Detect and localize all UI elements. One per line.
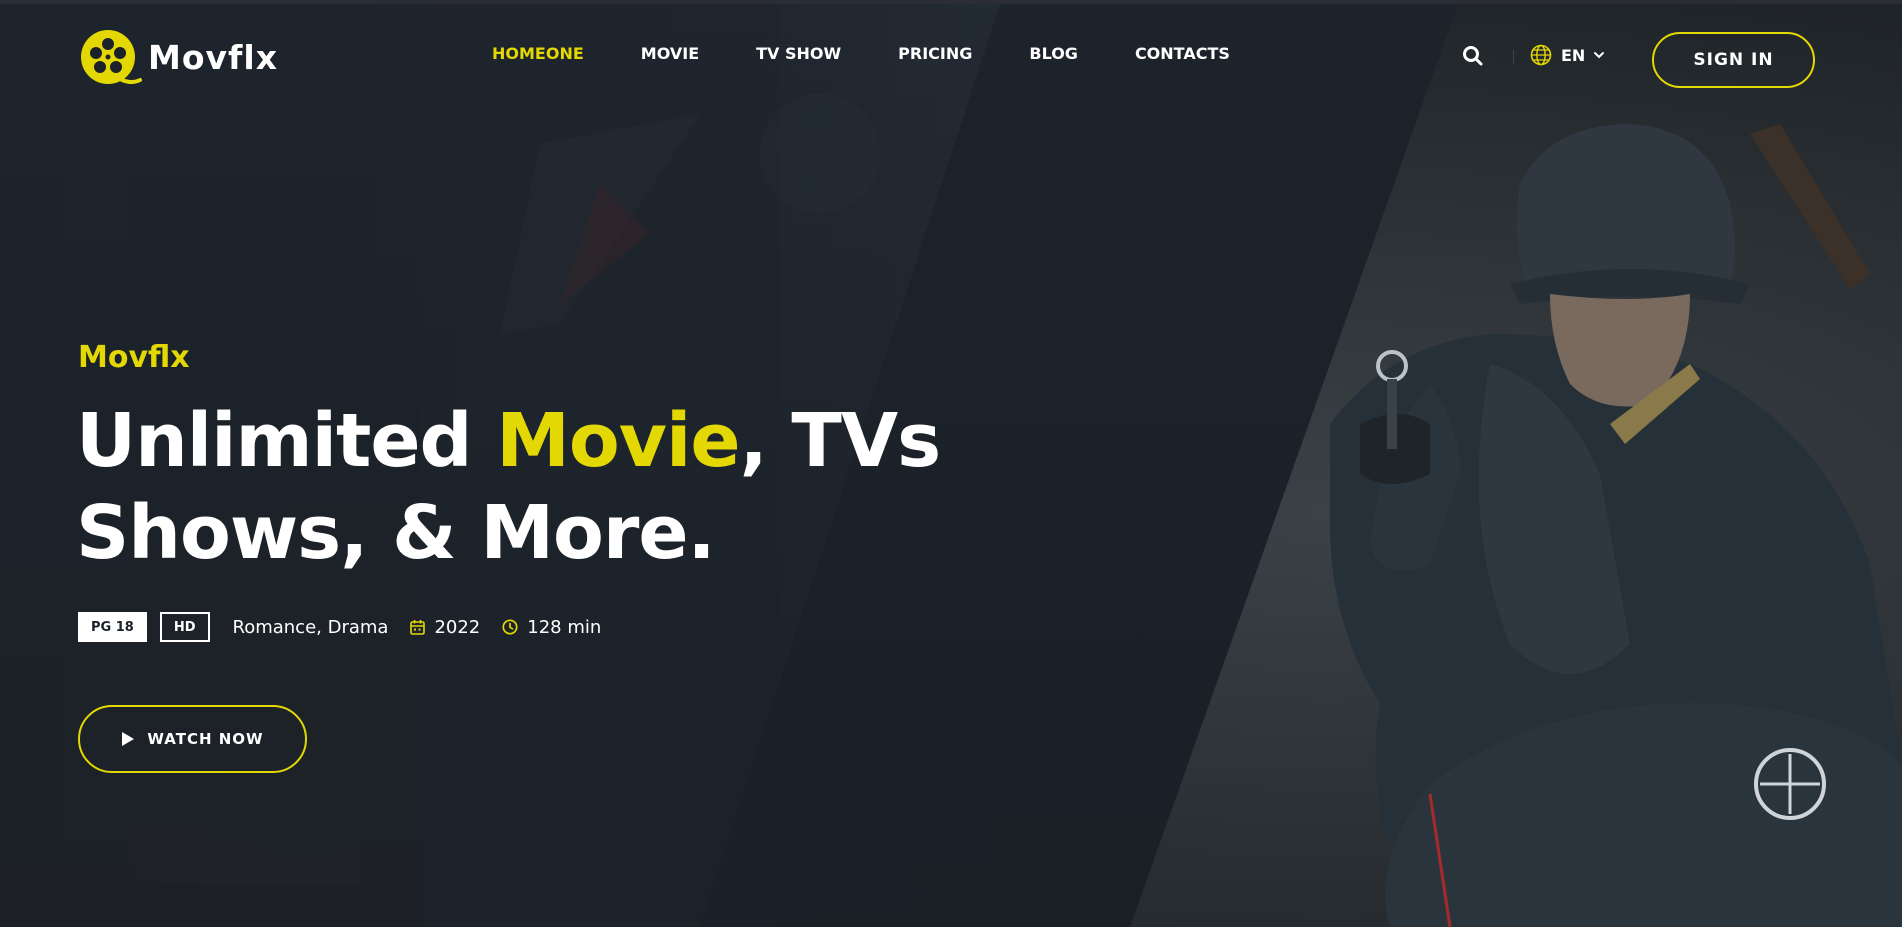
movie-meta: PG 18 HD Romance, Drama 2022 128 min bbox=[78, 612, 601, 642]
rating-badge: PG 18 bbox=[78, 612, 147, 642]
hero-title-part1: Unlimited bbox=[76, 398, 497, 484]
chevron-down-icon bbox=[1594, 52, 1605, 59]
duration: 128 min bbox=[502, 617, 601, 638]
sign-in-button[interactable]: SIGN IN bbox=[1652, 32, 1815, 88]
hero-title-line2: Shows, & More. bbox=[76, 490, 716, 576]
release-year: 2022 bbox=[410, 617, 480, 638]
nav-item-movie[interactable]: MOVIE bbox=[641, 44, 699, 63]
watch-now-label: WATCH NOW bbox=[147, 730, 264, 748]
duration-text: 128 min bbox=[527, 616, 602, 638]
nav-item-contacts[interactable]: CONTACTS bbox=[1135, 44, 1230, 63]
calendar-icon bbox=[410, 620, 426, 635]
nav-item-homeone[interactable]: HOMEONE bbox=[492, 44, 584, 63]
genre-text: Romance, Drama bbox=[232, 616, 389, 638]
hero-title: Unlimited Movie, TVs Shows, & More. bbox=[76, 395, 942, 579]
hero-title-part2: , TVs bbox=[739, 398, 942, 484]
clock-icon bbox=[502, 619, 518, 635]
hero-subtitle: Movflx bbox=[78, 340, 190, 375]
header-divider bbox=[1513, 50, 1514, 64]
nav-item-pricing[interactable]: PRICING bbox=[898, 44, 972, 63]
main-nav: HOMEONE MOVIE TV SHOW PRICING BLOG CONTA… bbox=[492, 44, 1287, 63]
hero-title-highlight: Movie bbox=[496, 398, 740, 484]
brand-name: Movflx bbox=[148, 37, 278, 77]
year-text: 2022 bbox=[434, 616, 481, 638]
language-selector[interactable]: EN bbox=[1530, 44, 1605, 66]
nav-item-tv-show[interactable]: TV SHOW bbox=[756, 44, 841, 63]
globe-icon bbox=[1530, 44, 1552, 66]
play-icon bbox=[122, 732, 135, 746]
site-header: Movflx HOMEONE MOVIE TV SHOW PRICING BLO… bbox=[0, 4, 1902, 108]
search-icon[interactable] bbox=[1462, 45, 1484, 67]
language-label: EN bbox=[1561, 45, 1586, 65]
quality-badge: HD bbox=[159, 612, 210, 642]
watch-now-button[interactable]: WATCH NOW bbox=[78, 705, 307, 773]
nav-item-blog[interactable]: BLOG bbox=[1029, 44, 1078, 63]
brand-logo[interactable]: Movflx bbox=[78, 28, 278, 86]
film-reel-icon bbox=[81, 30, 142, 84]
